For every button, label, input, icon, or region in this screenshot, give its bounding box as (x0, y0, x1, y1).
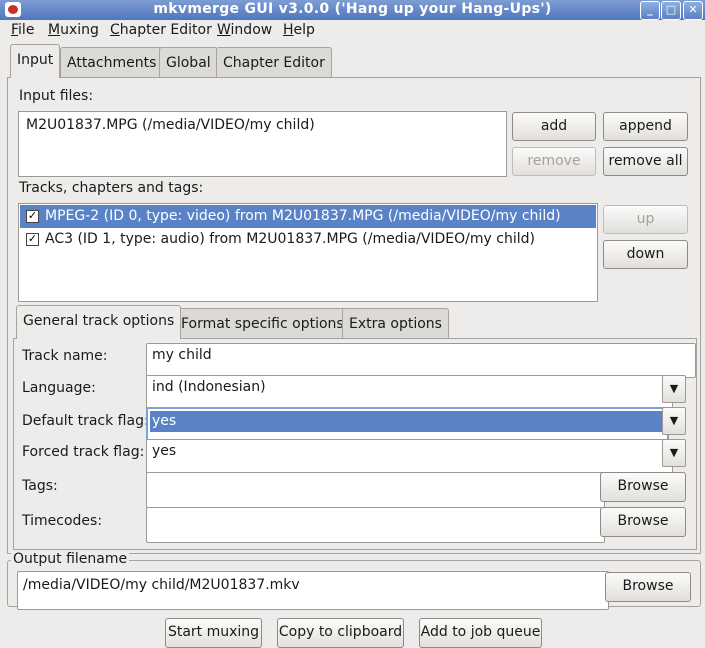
down-button[interactable]: down (603, 240, 688, 269)
tab-input[interactable]: Input (10, 44, 61, 78)
remove-button[interactable]: remove (512, 147, 596, 176)
tab-extra-options[interactable]: Extra options (342, 308, 449, 340)
tracks-list[interactable]: ✓ MPEG-2 (ID 0, type: video) from M2U018… (18, 203, 598, 302)
menu-chapter-editor[interactable]: Chapter Editor (110, 22, 212, 38)
minimize-icon[interactable]: _ (640, 1, 660, 20)
default-flag-value: yes (150, 411, 665, 432)
start-muxing-button[interactable]: Start muxing (165, 618, 262, 648)
tab-global[interactable]: Global (159, 47, 218, 79)
menu-help-rest: elp (293, 22, 315, 38)
close-icon[interactable]: ✕ (683, 1, 703, 20)
menu-file-rest: ile (18, 22, 35, 38)
menu-bar: File Muxing Chapter Editor Window Help (0, 20, 705, 43)
track-checkbox[interactable]: ✓ (26, 210, 39, 223)
track-name-label: Track name: (22, 348, 108, 364)
up-button[interactable]: up (603, 205, 688, 234)
chevron-down-icon[interactable]: ▼ (662, 375, 686, 403)
output-filename-input[interactable]: /media/VIDEO/my child/M2U01837.mkv (17, 571, 609, 610)
track-checkbox[interactable]: ✓ (26, 233, 39, 246)
tags-browse-button[interactable]: Browse (600, 472, 686, 502)
output-browse-button[interactable]: Browse (605, 572, 691, 602)
input-files-label: Input files: (19, 88, 94, 104)
timecodes-browse-button[interactable]: Browse (600, 507, 686, 537)
menu-window-rest: indow (230, 22, 273, 38)
default-flag-combo[interactable]: yes (146, 407, 669, 442)
remove-all-button[interactable]: remove all (603, 147, 688, 176)
maximize-icon[interactable]: □ (661, 1, 681, 20)
timecodes-input[interactable] (146, 507, 605, 543)
chevron-down-icon[interactable]: ▼ (662, 407, 686, 435)
output-filename-label: Output filename (11, 551, 130, 567)
track-label: AC3 (ID 1, type: audio) from M2U01837.MP… (45, 231, 535, 247)
language-combo[interactable]: ind (Indonesian) (146, 375, 673, 410)
menu-help[interactable]: Help (283, 22, 315, 38)
menu-file[interactable]: File (11, 22, 34, 38)
add-button[interactable]: add (512, 112, 596, 141)
language-label: Language: (22, 380, 96, 396)
forced-flag-label: Forced track flag: (22, 444, 145, 460)
forced-flag-combo[interactable]: yes (146, 439, 673, 474)
copy-to-clipboard-button[interactable]: Copy to clipboard (277, 618, 404, 648)
tab-attachments[interactable]: Attachments (60, 47, 164, 79)
timecodes-label: Timecodes: (22, 513, 103, 529)
title-bar[interactable]: mkvmerge GUI v3.0.0 ('Hang up your Hang-… (0, 0, 705, 20)
track-row-video[interactable]: ✓ MPEG-2 (ID 0, type: video) from M2U018… (20, 205, 596, 228)
menu-muxing-rest: uxing (60, 22, 99, 38)
tab-general-track-options[interactable]: General track options (16, 305, 182, 339)
menu-chapter-rest: hapter Editor (119, 22, 212, 38)
menu-muxing-mnemonic: M (48, 22, 61, 38)
tab-chapter-editor[interactable]: Chapter Editor (216, 47, 332, 79)
track-name-input[interactable]: my child (146, 343, 696, 378)
track-label: MPEG-2 (ID 0, type: video) from M2U01837… (45, 208, 561, 224)
tab-format-specific-options[interactable]: Format specific options (174, 308, 351, 340)
chevron-down-icon[interactable]: ▼ (662, 439, 686, 467)
window-title: mkvmerge GUI v3.0.0 ('Hang up your Hang-… (153, 1, 552, 17)
menu-chapter-mnemonic: C (110, 22, 120, 38)
menu-window-mnemonic: W (217, 22, 231, 38)
menu-window[interactable]: Window (217, 22, 272, 38)
input-files-list[interactable]: M2U01837.MPG (/media/VIDEO/my child) (18, 111, 507, 177)
list-item[interactable]: M2U01837.MPG (/media/VIDEO/my child) (20, 114, 505, 137)
tags-input[interactable] (146, 472, 605, 508)
track-row-audio[interactable]: ✓ AC3 (ID 1, type: audio) from M2U01837.… (20, 228, 596, 251)
menu-file-mnemonic: F (11, 22, 19, 38)
default-flag-label: Default track flag: (22, 413, 149, 429)
tags-label: Tags: (22, 478, 58, 494)
menu-help-mnemonic: H (283, 22, 294, 38)
tracks-label: Tracks, chapters and tags: (19, 180, 204, 196)
menu-muxing[interactable]: Muxing (48, 22, 99, 38)
append-button[interactable]: append (603, 112, 688, 141)
add-to-job-queue-button[interactable]: Add to job queue (419, 618, 542, 648)
